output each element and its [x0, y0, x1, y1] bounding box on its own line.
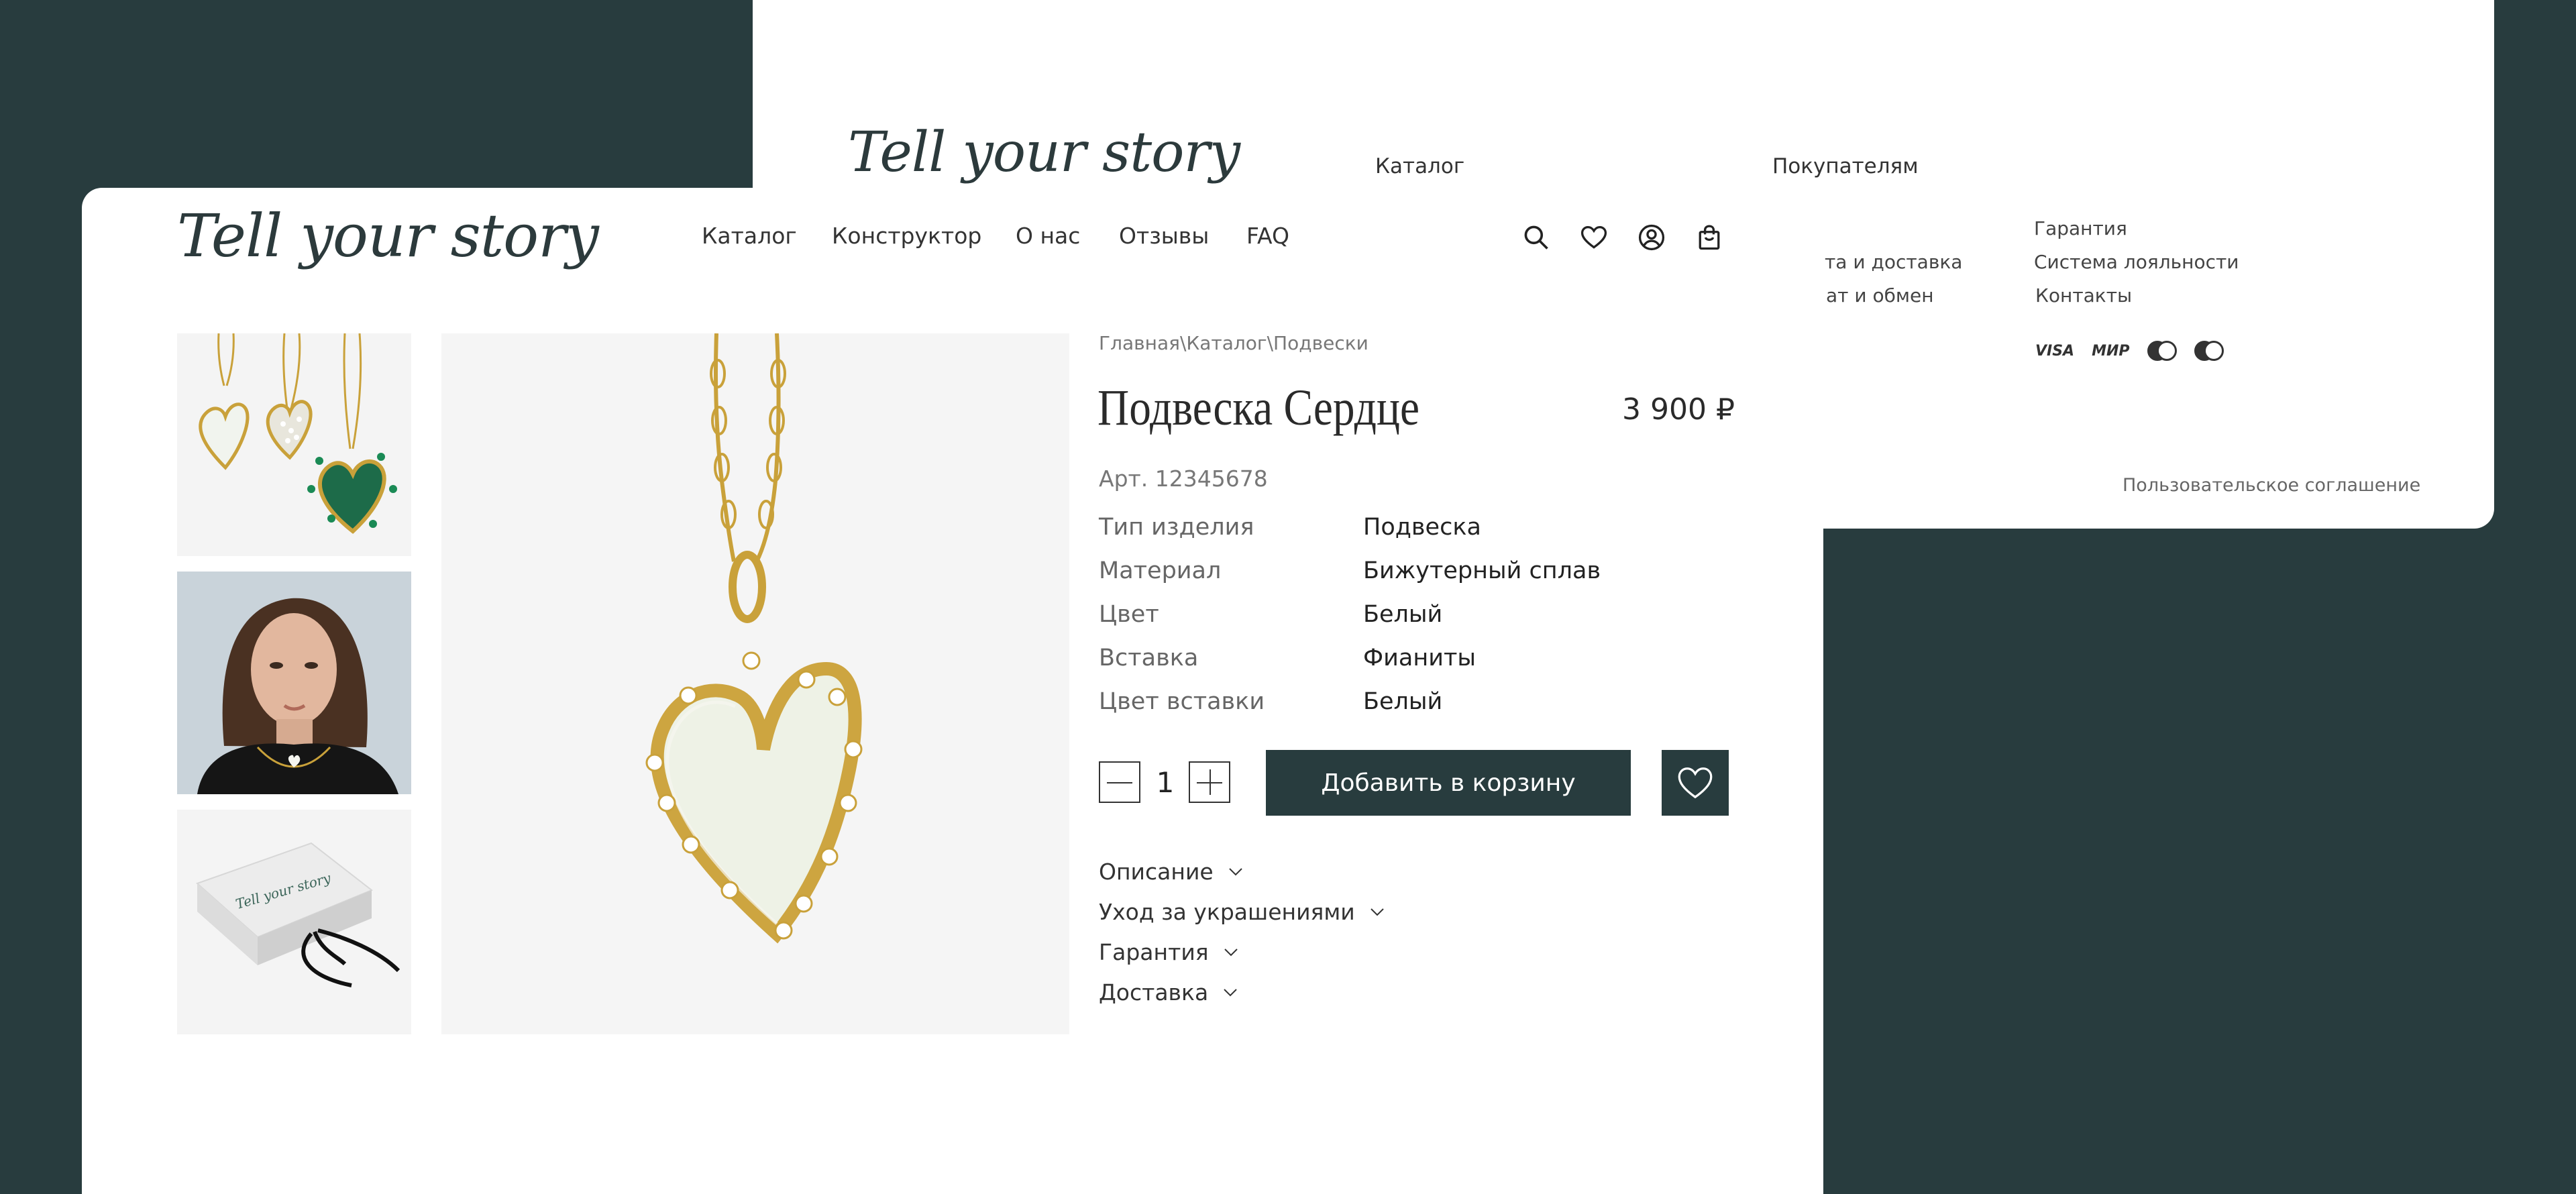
maestro-icon: [2194, 341, 2224, 361]
product-main-image[interactable]: [441, 333, 1069, 1034]
footer-catalog-title[interactable]: Каталог: [1375, 154, 1464, 178]
quantity-decrease-button[interactable]: [1099, 761, 1140, 803]
breadcrumb[interactable]: Главная\Каталог\Подвески: [1099, 332, 1368, 354]
attr-value-material: Бижутерный сплав: [1363, 557, 1601, 584]
minus-icon: [1107, 782, 1132, 783]
search-icon[interactable]: [1521, 223, 1551, 252]
footer-link-contacts[interactable]: Контакты: [2035, 284, 2132, 307]
thumbnail-model[interactable]: [177, 572, 411, 794]
quantity-value[interactable]: 1: [1144, 766, 1186, 799]
chevron-down-icon: [1371, 908, 1384, 916]
accordion-description[interactable]: Описание: [1099, 859, 1243, 885]
attr-key-material: Материал: [1099, 557, 1222, 584]
accordion-warranty[interactable]: Гарантия: [1099, 939, 1238, 965]
attr-value-insert-color: Белый: [1363, 688, 1443, 715]
accordion-label-description: Описание: [1099, 859, 1214, 885]
add-to-wishlist-button[interactable]: [1662, 750, 1729, 816]
attr-key-insert: Вставка: [1099, 645, 1199, 671]
nav-reviews[interactable]: Отзывы: [1119, 223, 1209, 249]
user-agreement-link[interactable]: Пользовательское соглашение: [2123, 475, 2420, 496]
nav-catalog[interactable]: Каталог: [702, 223, 797, 249]
footer-link-delivery[interactable]: та и доставка: [1825, 251, 1962, 273]
thumbnail-pendants[interactable]: [177, 333, 411, 556]
chevron-down-icon: [1224, 988, 1237, 996]
product-page-card: Tell your story Каталог Конструктор О на…: [82, 188, 1823, 1194]
footer-link-loyalty[interactable]: Система лояльности: [2034, 251, 2239, 273]
heart-outline-icon: [1678, 767, 1713, 799]
attr-key-color: Цвет: [1099, 601, 1159, 628]
nav-faq[interactable]: FAQ: [1246, 223, 1289, 249]
chevron-down-icon: [1228, 867, 1242, 875]
product-sku: Арт. 12345678: [1099, 466, 1268, 492]
footer-link-returns[interactable]: ат и обмен: [1826, 284, 1934, 307]
accordion-label-delivery: Доставка: [1099, 979, 1209, 1006]
quantity-increase-button[interactable]: [1189, 761, 1230, 803]
attr-value-type: Подвеска: [1363, 514, 1481, 541]
mastercard-icon: [2147, 341, 2177, 361]
chevron-down-icon: [1224, 948, 1238, 956]
bag-icon[interactable]: [1695, 223, 1724, 252]
footer-logo[interactable]: Tell your story: [848, 121, 1240, 184]
attr-value-insert: Фианиты: [1363, 645, 1476, 671]
add-to-cart-button[interactable]: Добавить в корзину: [1266, 750, 1631, 816]
nav-about[interactable]: О нас: [1016, 223, 1080, 249]
thumbnail-gift-box[interactable]: Tell your story: [177, 810, 411, 1034]
mir-icon: МИР: [2092, 342, 2130, 360]
accordion-delivery[interactable]: Доставка: [1099, 979, 1238, 1006]
product-price: 3 900 ₽: [1622, 392, 1735, 427]
nav-constructor[interactable]: Конструктор: [832, 223, 981, 249]
attr-key-type: Тип изделия: [1099, 514, 1254, 541]
accordion-label-warranty: Гарантия: [1099, 939, 1209, 965]
product-title: Подвеска Сердце: [1097, 380, 1419, 436]
footer-buyers-title[interactable]: Покупателям: [1772, 154, 1919, 178]
attr-value-color: Белый: [1363, 601, 1443, 628]
accordion-label-care: Уход за украшениями: [1099, 899, 1355, 925]
header-logo[interactable]: Tell your story: [177, 201, 599, 270]
attr-key-insert-color: Цвет вставки: [1099, 688, 1265, 715]
user-icon[interactable]: [1637, 223, 1666, 252]
visa-icon: VISA: [2035, 342, 2075, 360]
payment-methods: VISA МИР: [2035, 341, 2224, 361]
heart-icon[interactable]: [1579, 223, 1609, 252]
footer-link-warranty[interactable]: Гарантия: [2034, 217, 2127, 239]
accordion-care[interactable]: Уход за украшениями: [1099, 899, 1385, 925]
